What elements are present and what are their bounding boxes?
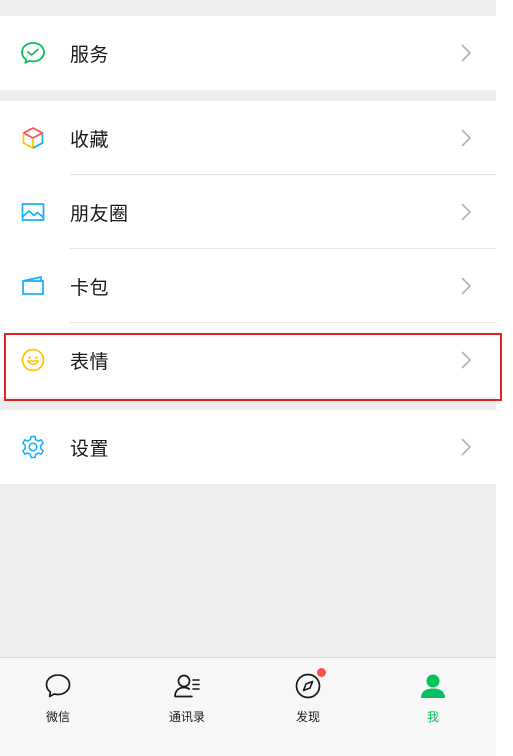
services-section: 服务 [0, 16, 496, 90]
menu-item-label: 表情 [70, 350, 110, 373]
tab-contacts[interactable]: 通讯录 [147, 670, 227, 740]
bottom-tab-bar: 微信 通讯录 发现 我 [0, 657, 496, 756]
menu-item-label: 朋友圈 [70, 202, 129, 225]
menu-item-card-wallet[interactable]: 卡包 [0, 249, 496, 323]
menu-item-label: 设置 [70, 437, 110, 460]
sticker-smiley-icon [20, 347, 46, 373]
chevron-right-icon [460, 437, 472, 457]
chevron-right-icon [460, 43, 472, 63]
card-wallet-icon [20, 273, 46, 299]
menu-item-label: 卡包 [70, 276, 110, 299]
tab-chats[interactable]: 微信 [18, 670, 98, 740]
settings-gear-icon [20, 434, 46, 460]
chevron-right-icon [460, 202, 472, 222]
menu-item-services[interactable]: 服务 [0, 16, 496, 90]
menu-item-label: 服务 [70, 43, 110, 66]
tab-label: 通讯录 [168, 710, 205, 724]
favorites-cube-icon [20, 125, 46, 151]
chat-bubble-icon [42, 670, 74, 702]
menu-item-stickers[interactable]: 表情 [0, 323, 496, 397]
me-page: 服务 收藏 朋友圈 卡包 表情 设置 微信 通讯录 发现 我 [0, 0, 496, 756]
chevron-right-icon [460, 276, 472, 296]
menu-item-moments[interactable]: 朋友圈 [0, 175, 496, 249]
contacts-icon [171, 670, 203, 702]
menu-item-label: 收藏 [70, 128, 110, 151]
tab-label: 发现 [295, 710, 320, 724]
tab-discover[interactable]: 发现 [268, 668, 348, 740]
chevron-right-icon [460, 128, 472, 148]
screen-edge [496, 0, 513, 756]
tab-label: 我 [426, 710, 439, 724]
wechat-pay-icon [20, 40, 46, 66]
chevron-right-icon [460, 350, 472, 370]
tab-me[interactable]: 我 [393, 670, 473, 740]
discover-compass-icon [292, 668, 326, 702]
menu-item-settings[interactable]: 设置 [0, 410, 496, 484]
tab-label: 微信 [45, 710, 70, 724]
me-person-icon [417, 670, 449, 702]
menu-item-favorites[interactable]: 收藏 [0, 101, 496, 175]
features-section: 收藏 朋友圈 卡包 表情 [0, 101, 496, 397]
moments-photo-icon [20, 199, 46, 225]
notification-dot [317, 668, 326, 677]
settings-section: 设置 [0, 410, 496, 484]
